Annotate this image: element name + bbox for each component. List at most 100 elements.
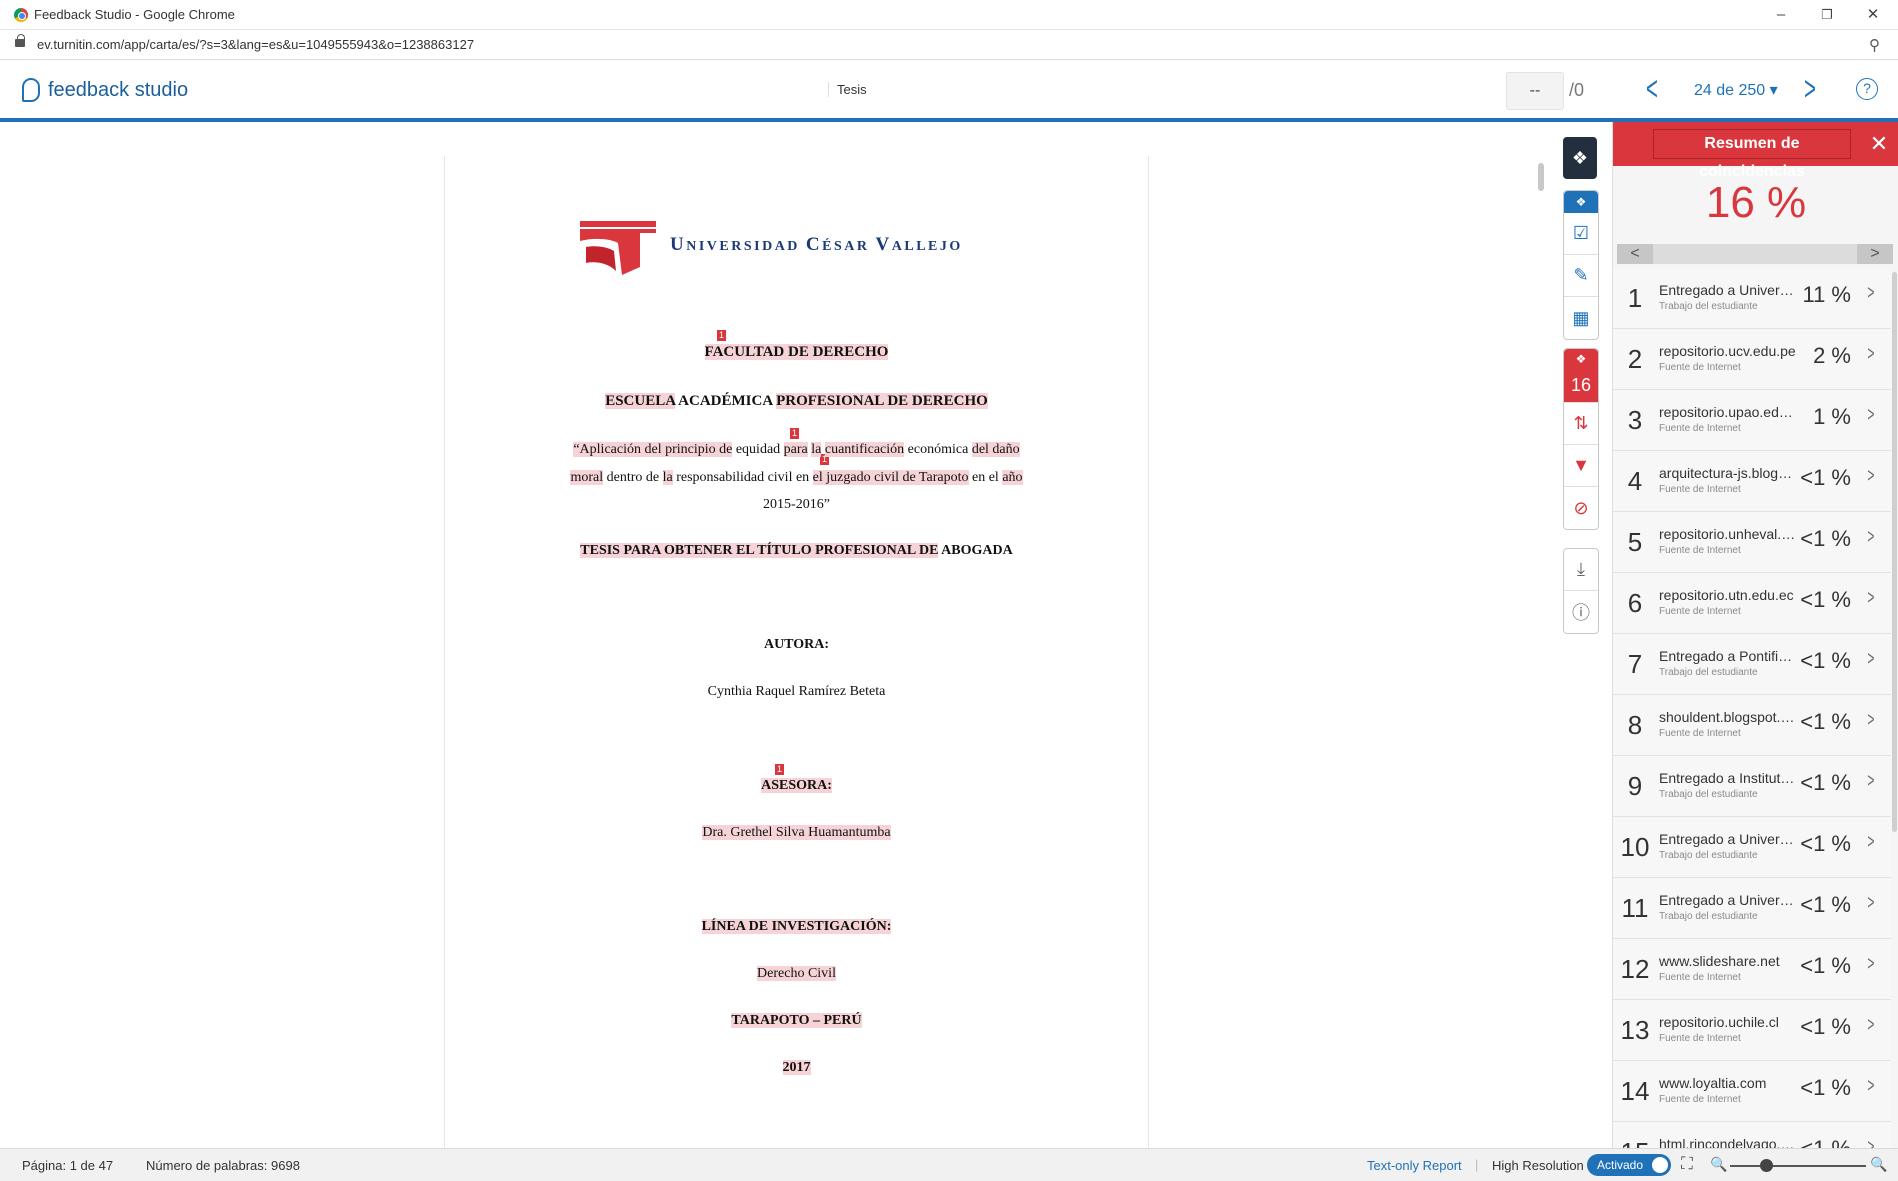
- match-row[interactable]: 5 repositorio.unheval.edu... Fuente de Int…: [1613, 512, 1891, 573]
- match-highlight[interactable]: ESCUELA: [605, 393, 676, 409]
- chevron-right-icon[interactable]: >: [1868, 953, 1875, 976]
- chevron-right-icon[interactable]: >: [1868, 1136, 1875, 1148]
- match-highlight[interactable]: ASESORA:: [761, 778, 832, 793]
- restore-button[interactable]: ❐: [1812, 4, 1842, 26]
- match-overview-button[interactable]: ⇅: [1564, 403, 1598, 445]
- match-row[interactable]: 6 repositorio.utn.edu.ec Fuente de Interne…: [1613, 573, 1891, 634]
- address-bar[interactable]: ev.turnitin.com/app/carta/es/?s=3&lang=e…: [0, 30, 1898, 60]
- chevron-right-icon[interactable]: >: [1868, 587, 1875, 610]
- match-row[interactable]: 4 arquitectura-js.blogspo... Fuente de Int…: [1613, 451, 1891, 512]
- match-source[interactable]: repositorio.utn.edu.ec: [1659, 587, 1799, 603]
- chevron-right-icon[interactable]: >: [1868, 831, 1875, 854]
- match-source[interactable]: repositorio.ucv.edu.pe: [1659, 343, 1799, 359]
- match-row[interactable]: 10 Entregado a Universida... Trabajo del e…: [1613, 817, 1891, 878]
- match-row[interactable]: 8 shouldent.blogspot.com Fuente de Interne…: [1613, 695, 1891, 756]
- chevron-right-icon[interactable]: >: [1868, 465, 1875, 488]
- match-source[interactable]: repositorio.upao.edu.pe: [1659, 404, 1799, 420]
- match-highlight[interactable]: TARAPOTO – PERÚ: [731, 1013, 862, 1028]
- match-highlight[interactable]: la: [811, 442, 822, 457]
- match-source[interactable]: Entregado a Universida...: [1659, 282, 1799, 298]
- match-highlight[interactable]: PROFESIONAL DE DERECHO: [776, 393, 988, 409]
- feedback-edit-button[interactable]: ✎: [1564, 255, 1598, 297]
- match-highlight[interactable]: TESIS PARA OBTENER EL TÍTULO PROFESIONAL…: [580, 543, 939, 558]
- chevron-right-icon[interactable]: >: [1868, 1014, 1875, 1037]
- info-button[interactable]: ⓘ: [1564, 591, 1598, 633]
- paper-counter-dropdown[interactable]: 24 de 250 ▾: [1694, 80, 1778, 100]
- match-highlight[interactable]: Derecho Civil: [757, 966, 836, 981]
- scroll-right-button[interactable]: >: [1857, 244, 1893, 264]
- download-button[interactable]: ⤓: [1564, 549, 1598, 591]
- match-source[interactable]: arquitectura-js.blogspo...: [1659, 465, 1799, 481]
- layers-button[interactable]: ❖: [1563, 137, 1597, 179]
- match-row[interactable]: 1 Entregado a Universida... Trabajo del es…: [1613, 268, 1891, 329]
- match-row[interactable]: 9 Entregado a Instituto d... Trabajo del e…: [1613, 756, 1891, 817]
- match-row[interactable]: 11 Entregado a Universida... Trabajo del e…: [1613, 878, 1891, 939]
- zoom-in-icon[interactable]: 🔍: [1870, 1156, 1887, 1173]
- similarity-score-button[interactable]: 16: [1564, 369, 1598, 403]
- fullscreen-icon[interactable]: ⛶: [1681, 1154, 1693, 1174]
- match-source[interactable]: repositorio.uchile.cl: [1659, 1014, 1799, 1030]
- chevron-right-icon[interactable]: >: [1868, 526, 1875, 549]
- zoom-out-icon[interactable]: 🔍: [1710, 1156, 1727, 1173]
- match-highlight[interactable]: la: [662, 470, 673, 485]
- match-marker[interactable]: 1: [790, 428, 800, 439]
- browser-zoom-icon[interactable]: ⚲: [1869, 36, 1880, 54]
- match-source[interactable]: Entregado a Universida...: [1659, 892, 1799, 908]
- chevron-right-icon[interactable]: >: [1868, 282, 1875, 305]
- match-source[interactable]: www.slideshare.net: [1659, 953, 1799, 969]
- chevron-right-icon[interactable]: >: [1868, 1075, 1875, 1098]
- match-source[interactable]: Entregado a Instituto d...: [1659, 770, 1799, 786]
- minimize-button[interactable]: –: [1766, 4, 1796, 26]
- match-highlight[interactable]: año: [1002, 470, 1023, 485]
- match-row[interactable]: 2 repositorio.ucv.edu.pe Fuente de Interne…: [1613, 329, 1891, 390]
- match-source[interactable]: repositorio.unheval.edu...: [1659, 526, 1799, 542]
- chevron-right-icon[interactable]: >: [1868, 709, 1875, 732]
- url-text[interactable]: ev.turnitin.com/app/carta/es/?s=3&lang=e…: [37, 37, 474, 52]
- close-panel-button[interactable]: ✕: [1867, 130, 1891, 158]
- filter-button[interactable]: ▼: [1564, 445, 1598, 487]
- match-row[interactable]: 3 repositorio.upao.edu.pe Fuente de Intern…: [1613, 390, 1891, 451]
- high-resolution-toggle[interactable]: Activado: [1587, 1154, 1671, 1176]
- match-marker[interactable]: 1: [717, 330, 727, 341]
- match-highlight[interactable]: FACULTAD DE DERECHO: [704, 344, 889, 360]
- match-row[interactable]: 15html.rincondelvago.com<1 % >: [1613, 1122, 1891, 1148]
- match-highlight[interactable]: LÍNEA DE INVESTIGACIÓN:: [701, 919, 892, 934]
- help-icon[interactable]: ?: [1856, 78, 1878, 100]
- chevron-right-icon[interactable]: >: [1868, 404, 1875, 427]
- chevron-right-icon[interactable]: >: [1868, 648, 1875, 671]
- match-list-scrollbar[interactable]: [1892, 272, 1897, 832]
- match-source[interactable]: Entregado a Pontificia ...: [1659, 648, 1799, 664]
- close-window-button[interactable]: ✕: [1858, 4, 1888, 26]
- match-highlight[interactable]: 2017: [782, 1060, 811, 1075]
- match-highlight[interactable]: para: [783, 442, 808, 457]
- match-highlight[interactable]: “Aplicación del principio de: [573, 442, 733, 457]
- match-source[interactable]: html.rincondelvago.com: [1659, 1136, 1799, 1148]
- zoom-slider-handle[interactable]: [1760, 1159, 1773, 1172]
- match-highlight[interactable]: cuantificación: [824, 442, 905, 457]
- match-row[interactable]: 12 www.slideshare.net Fuente de Internet <1…: [1613, 939, 1891, 1000]
- match-marker[interactable]: 1: [775, 764, 785, 775]
- grade-input[interactable]: --: [1506, 72, 1564, 110]
- match-row[interactable]: 14 www.loyaltia.com Fuente de Internet <1 %…: [1613, 1061, 1891, 1122]
- next-paper-button[interactable]: >: [1804, 72, 1816, 106]
- zoom-slider[interactable]: [1730, 1165, 1866, 1167]
- text-only-report-link[interactable]: Text-only Report: [1367, 1158, 1462, 1173]
- match-source[interactable]: Entregado a Universida...: [1659, 831, 1799, 847]
- match-highlight[interactable]: moral: [570, 470, 604, 485]
- chevron-right-icon[interactable]: >: [1868, 343, 1875, 366]
- match-row[interactable]: 7 Entregado a Pontificia ... Trabajo del e…: [1613, 634, 1891, 695]
- previous-paper-button[interactable]: <: [1646, 72, 1658, 106]
- match-row[interactable]: 13 repositorio.uchile.cl Fuente de Interne…: [1613, 1000, 1891, 1061]
- match-highlight[interactable]: el juzgado civil de Tarapoto: [812, 470, 969, 485]
- match-source[interactable]: shouldent.blogspot.com: [1659, 709, 1799, 725]
- rubric-check-button[interactable]: ☑: [1564, 213, 1598, 255]
- rubric-grid-button[interactable]: ▦: [1564, 297, 1598, 339]
- match-highlight[interactable]: del daño: [971, 442, 1020, 457]
- match-panel-hscroll[interactable]: < >: [1617, 244, 1893, 264]
- chevron-right-icon[interactable]: >: [1868, 770, 1875, 793]
- match-highlight[interactable]: Dra. Grethel Silva Huamantumba: [702, 825, 891, 840]
- exclude-button[interactable]: ⊘: [1564, 487, 1598, 529]
- scroll-left-button[interactable]: <: [1617, 244, 1653, 264]
- match-source[interactable]: www.loyaltia.com: [1659, 1075, 1799, 1091]
- document-scrollbar[interactable]: [1538, 163, 1544, 191]
